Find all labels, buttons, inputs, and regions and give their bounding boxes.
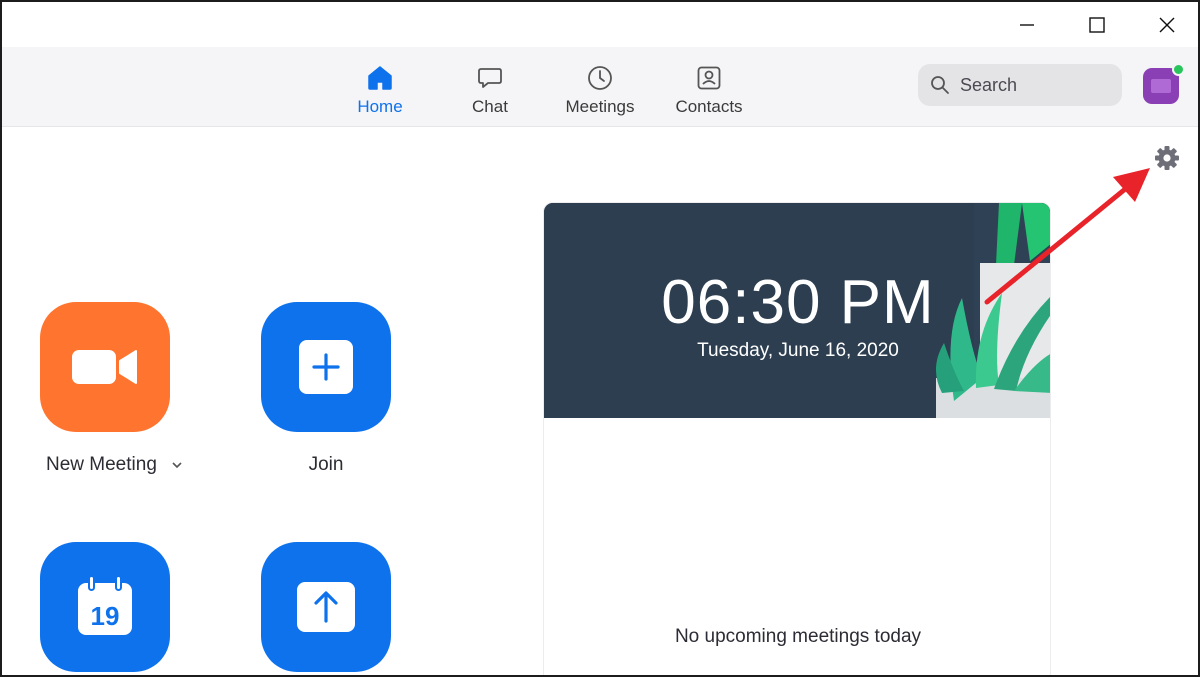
chat-bubble-icon: [476, 64, 504, 92]
share-screen-button[interactable]: [261, 542, 391, 672]
clock-time: 06:30 PM: [661, 268, 935, 337]
title-bar: [2, 2, 1198, 47]
new-meeting-button[interactable]: [40, 302, 170, 432]
top-navigation: Home Chat Meetings Contacts Search: [2, 47, 1198, 127]
join-label: Join: [308, 454, 344, 475]
search-input[interactable]: Search: [918, 64, 1122, 106]
calendar-day: 19: [91, 601, 120, 631]
no-meetings-text: No upcoming meetings today: [674, 626, 922, 647]
tab-contacts[interactable]: Contacts: [659, 47, 759, 127]
maximize-icon: [1089, 16, 1105, 33]
avatar-image: [1151, 79, 1171, 93]
gear-icon: [1155, 146, 1179, 170]
tab-home[interactable]: Home: [330, 47, 430, 127]
tab-meetings-label: Meetings: [565, 97, 635, 116]
maximize-button[interactable]: [1062, 2, 1132, 47]
presence-indicator: [1172, 63, 1185, 76]
upcoming-meetings-card: 06:30 PM Tuesday, June 16, 2020 No upcom…: [543, 202, 1051, 675]
search-icon: [931, 76, 949, 94]
clock-date: Tuesday, June 16, 2020: [697, 340, 899, 361]
contact-card-icon: [695, 64, 723, 92]
join-button[interactable]: [261, 302, 391, 432]
tab-chat[interactable]: Chat: [440, 47, 540, 127]
schedule-button[interactable]: 19: [40, 542, 170, 672]
zoom-window: Home Chat Meetings Contacts Search New M…: [0, 0, 1200, 677]
video-camera-icon: [72, 350, 137, 384]
settings-button[interactable]: [1154, 145, 1180, 171]
minimize-icon: [1020, 23, 1034, 26]
tab-chat-label: Chat: [472, 97, 508, 116]
close-button[interactable]: [1132, 2, 1198, 47]
minimize-button[interactable]: [992, 2, 1062, 47]
clock-banner: 06:30 PM Tuesday, June 16, 2020: [544, 203, 1050, 418]
search-placeholder: Search: [960, 74, 1018, 95]
plus-icon: [299, 340, 353, 394]
chevron-down-icon[interactable]: [171, 461, 183, 469]
close-icon: [1159, 17, 1175, 32]
new-meeting-text: New Meeting: [46, 454, 157, 475]
home-icon: [366, 64, 394, 92]
new-meeting-label[interactable]: New Meeting: [46, 454, 183, 476]
tab-meetings[interactable]: Meetings: [550, 47, 650, 127]
clock-icon: [586, 64, 614, 92]
tab-contacts-label: Contacts: [675, 97, 743, 116]
avatar[interactable]: [1143, 63, 1185, 104]
share-upload-icon: [297, 582, 355, 632]
calendar-icon: 19: [78, 575, 132, 635]
tab-home-label: Home: [357, 97, 403, 116]
